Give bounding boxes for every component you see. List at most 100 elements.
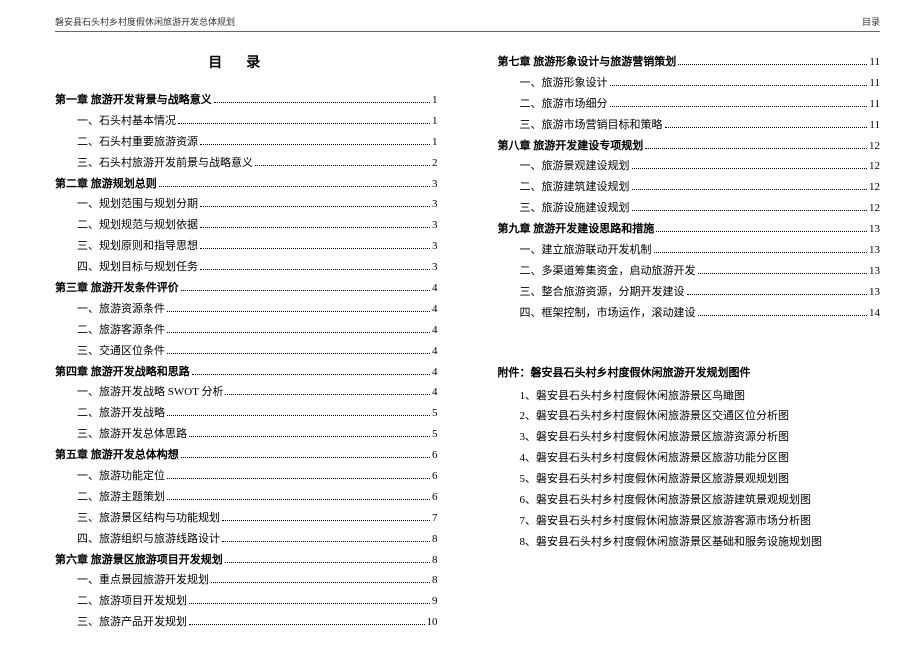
header-left: 磐安县石头村乡村度假休闲旅游开发总体规划	[55, 15, 235, 28]
toc-label: 三、整合旅游资源，分期开发建设	[498, 282, 685, 303]
toc-label: 二、石头村重要旅游资源	[55, 132, 198, 153]
left-column: 目录 第一章 旅游开发背景与战略意义1一、石头村基本情况1二、石头村重要旅游资源…	[55, 52, 438, 633]
toc-dots	[167, 353, 430, 354]
toc-dots	[200, 248, 430, 249]
toc-page: 11	[869, 115, 880, 136]
toc-line: 第九章 旅游开发建设思路和措施 13	[498, 219, 881, 240]
toc-label: 一、规划范围与规划分期	[55, 194, 198, 215]
toc-page: 4	[432, 278, 438, 299]
toc-line: 第七章 旅游形象设计与旅游营销策划11	[498, 52, 881, 73]
toc-dots	[678, 64, 867, 65]
toc-label: 第三章 旅游开发条件评价	[55, 278, 179, 299]
toc-dots	[214, 102, 430, 103]
toc-line: 三、旅游市场营销目标和策略11	[498, 115, 881, 136]
toc-line: 第五章 旅游开发总体构想 6	[55, 445, 438, 466]
toc-line: 二、旅游建筑建设规划12	[498, 177, 881, 198]
appendix-item: 2、磐安县石头村乡村度假休闲旅游景区交通区位分析图	[498, 406, 881, 427]
toc-line: 三、旅游设施建设规划12	[498, 198, 881, 219]
toc-line: 一、石头村基本情况1	[55, 111, 438, 132]
toc-page: 6	[432, 445, 438, 466]
toc-label: 二、旅游开发战略	[55, 403, 165, 424]
toc-line: 二、规划规范与规划依据3	[55, 215, 438, 236]
toc-label: 第八章 旅游开发建设专项规划	[498, 136, 644, 157]
toc-label: 第一章 旅游开发背景与战略意义	[55, 90, 212, 111]
toc-line: 一、旅游开发战略 SWOT 分析4	[55, 382, 438, 403]
toc-page: 13	[869, 219, 880, 240]
toc-title: 目录	[55, 52, 438, 72]
toc-line: 一、旅游景观建设规划12	[498, 156, 881, 177]
toc-label: 第七章 旅游形象设计与旅游营销策划	[498, 52, 677, 73]
appendix-item: 7、磐安县石头村乡村度假休闲旅游景区旅游客源市场分析图	[498, 511, 881, 532]
toc-dots	[167, 311, 430, 312]
toc-dots	[181, 290, 430, 291]
toc-page: 12	[869, 198, 880, 219]
toc-line: 二、多渠道筹集资金，启动旅游开发13	[498, 261, 881, 282]
toc-page: 6	[432, 487, 438, 508]
toc-dots	[698, 273, 868, 274]
toc-dots	[698, 315, 868, 316]
toc-label: 三、交通区位条件	[55, 341, 165, 362]
toc-page: 4	[432, 320, 438, 341]
toc-label: 二、旅游客源条件	[55, 320, 165, 341]
toc-label: 四、旅游组织与旅游线路设计	[55, 529, 220, 550]
toc-page: 8	[432, 550, 438, 571]
toc-line: 二、旅游市场细分11	[498, 94, 881, 115]
columns: 目录 第一章 旅游开发背景与战略意义1一、石头村基本情况1二、石头村重要旅游资源…	[55, 52, 880, 633]
appendix-title: 附件：磐安县石头村乡村度假休闲旅游开发规划图件	[498, 364, 881, 380]
toc-left-list: 第一章 旅游开发背景与战略意义1一、石头村基本情况1二、石头村重要旅游资源1三、…	[55, 90, 438, 633]
toc-dots	[159, 186, 430, 187]
toc-dots	[192, 374, 430, 375]
toc-line: 第六章 旅游景区旅游项目开发规划8	[55, 550, 438, 571]
toc-dots	[610, 106, 868, 107]
toc-line: 二、石头村重要旅游资源 1	[55, 132, 438, 153]
toc-dots	[200, 144, 430, 145]
toc-page: 4	[432, 362, 438, 383]
toc-dots	[610, 85, 868, 86]
right-column: 第七章 旅游形象设计与旅游营销策划11一、旅游形象设计11二、旅游市场细分11三…	[498, 52, 881, 633]
toc-page: 8	[432, 529, 438, 550]
toc-label: 二、旅游建筑建设规划	[498, 177, 630, 198]
toc-page: 1	[432, 111, 438, 132]
toc-dots	[632, 189, 868, 190]
toc-line: 第四章 旅游开发战略和思路 4	[55, 362, 438, 383]
toc-page: 14	[869, 303, 880, 324]
toc-label: 三、规划原则和指导思想	[55, 236, 198, 257]
toc-label: 三、旅游产品开发规划	[55, 612, 187, 633]
toc-page: 5	[432, 424, 438, 445]
toc-page: 5	[432, 403, 438, 424]
toc-dots	[189, 436, 430, 437]
toc-page: 8	[432, 570, 438, 591]
toc-line: 三、旅游景区结构与功能规划7	[55, 508, 438, 529]
toc-label: 第五章 旅游开发总体构想	[55, 445, 179, 466]
toc-page: 13	[869, 240, 880, 261]
toc-dots	[632, 168, 868, 169]
toc-dots	[200, 227, 430, 228]
toc-page: 4	[432, 382, 438, 403]
toc-dots	[200, 269, 430, 270]
toc-dots	[167, 332, 430, 333]
toc-line: 二、旅游主题策划6	[55, 487, 438, 508]
toc-label: 一、旅游资源条件	[55, 299, 165, 320]
appendix-item: 4、磐安县石头村乡村度假休闲旅游景区旅游功能分区图	[498, 448, 881, 469]
toc-label: 一、旅游形象设计	[498, 73, 608, 94]
toc-label: 四、规划目标与规划任务	[55, 257, 198, 278]
toc-page: 1	[432, 132, 438, 153]
toc-dots	[632, 210, 868, 211]
page: 磐安县石头村乡村度假休闲旅游开发总体规划 目录 目录 第一章 旅游开发背景与战略…	[0, 0, 920, 651]
toc-line: 四、规划目标与规划任务3	[55, 257, 438, 278]
toc-dots	[255, 165, 430, 166]
toc-line: 三、整合旅游资源，分期开发建设13	[498, 282, 881, 303]
toc-line: 第一章 旅游开发背景与战略意义1	[55, 90, 438, 111]
appendix-item: 1、磐安县石头村乡村度假休闲旅游景区鸟瞰图	[498, 386, 881, 407]
toc-dots	[167, 478, 430, 479]
toc-page: 11	[869, 94, 880, 115]
toc-line: 一、建立旅游联动开发机制13	[498, 240, 881, 261]
toc-page: 12	[869, 136, 880, 157]
toc-page: 3	[432, 194, 438, 215]
toc-dots	[645, 148, 867, 149]
toc-line: 一、旅游资源条件4	[55, 299, 438, 320]
toc-dots	[222, 541, 430, 542]
toc-label: 第四章 旅游开发战略和思路	[55, 362, 190, 383]
toc-line: 二、旅游客源条件 4	[55, 320, 438, 341]
toc-label: 第九章 旅游开发建设思路和措施	[498, 219, 655, 240]
